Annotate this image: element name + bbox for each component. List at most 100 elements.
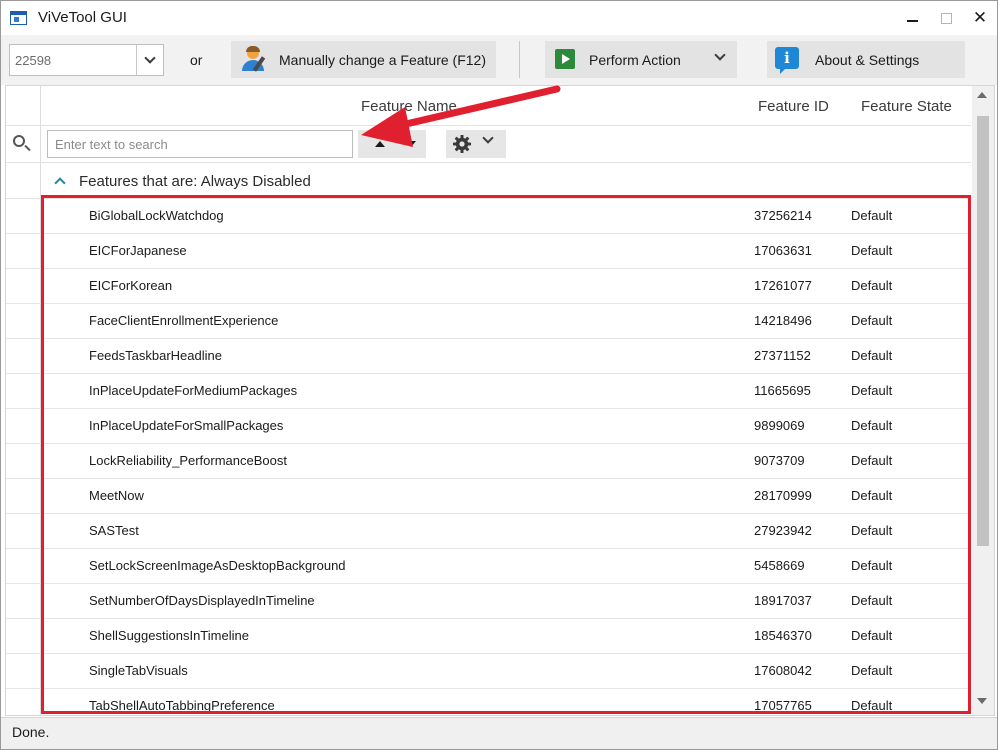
chevron-down-icon bbox=[144, 52, 156, 64]
row-indicator bbox=[6, 339, 41, 373]
feature-state-cell[interactable]: Default bbox=[851, 313, 892, 328]
scroll-down-arrow-icon[interactable] bbox=[977, 698, 987, 704]
feature-state-cell[interactable]: Default bbox=[851, 208, 892, 223]
feature-id-cell: 11665695 bbox=[754, 383, 811, 398]
feature-state-cell[interactable]: Default bbox=[851, 523, 892, 538]
feature-id-cell: 14218496 bbox=[754, 313, 812, 328]
feature-name-cell: InPlaceUpdateForSmallPackages bbox=[89, 418, 284, 433]
filter-row bbox=[6, 126, 971, 163]
grid-settings-button[interactable] bbox=[446, 130, 506, 158]
title-bar: ViVeTool GUI ✕ bbox=[1, 1, 997, 35]
feature-state-cell[interactable]: Default bbox=[851, 558, 892, 573]
row-indicator bbox=[6, 304, 41, 338]
perform-action-button[interactable]: Perform Action bbox=[545, 41, 737, 78]
search-input[interactable] bbox=[47, 130, 353, 158]
toolbar-separator bbox=[519, 41, 520, 78]
row-indicator bbox=[6, 619, 41, 653]
table-row[interactable]: InPlaceUpdateForSmallPackages 9899069 Defa… bbox=[6, 409, 971, 444]
sort-ascending-icon bbox=[375, 141, 385, 147]
feature-id-cell: 17261077 bbox=[754, 278, 812, 293]
feature-state-cell[interactable]: Default bbox=[851, 453, 892, 468]
column-header-feature-name[interactable]: Feature Name bbox=[361, 98, 457, 115]
table-row[interactable]: TabShellAutoTabbingPreference 17057765 Def… bbox=[6, 689, 971, 715]
feature-state-cell[interactable]: Default bbox=[851, 628, 892, 643]
feature-state-cell[interactable]: Default bbox=[851, 348, 892, 363]
feature-state-cell[interactable]: Default bbox=[851, 593, 892, 608]
feature-name-cell: FaceClientEnrollmentExperience bbox=[89, 313, 279, 328]
feature-state-cell[interactable]: Default bbox=[851, 383, 892, 398]
row-indicator bbox=[6, 689, 41, 715]
scroll-thumb[interactable] bbox=[977, 116, 989, 546]
table-row[interactable]: BiGlobalLockWatchdog 37256214 Default bbox=[6, 199, 971, 234]
row-indicator bbox=[6, 514, 41, 548]
scroll-up-arrow-icon[interactable] bbox=[977, 92, 987, 98]
feature-name-cell: LockReliability_PerformanceBoost bbox=[89, 453, 287, 468]
or-label: or bbox=[190, 52, 203, 68]
feature-state-cell[interactable]: Default bbox=[851, 663, 892, 678]
column-header-row: Feature Name Feature ID Feature State bbox=[6, 86, 971, 126]
feature-name-cell: BiGlobalLockWatchdog bbox=[89, 208, 224, 223]
perform-action-label: Perform Action bbox=[589, 52, 681, 68]
toolbar: 22598 or Manually change a Feature (F12)… bbox=[1, 35, 997, 85]
person-edit-icon bbox=[240, 46, 266, 72]
gear-icon bbox=[453, 135, 471, 153]
feature-name-cell: SASTest bbox=[89, 523, 139, 538]
table-row[interactable]: EICForKorean 17261077 Default bbox=[6, 269, 971, 304]
feature-state-cell[interactable]: Default bbox=[851, 418, 892, 433]
about-settings-button[interactable]: i About & Settings bbox=[767, 41, 965, 78]
feature-state-cell[interactable]: Default bbox=[851, 243, 892, 258]
table-row[interactable]: ShellSuggestionsInTimeline 18546370 Defaul… bbox=[6, 619, 971, 654]
feature-state-cell[interactable]: Default bbox=[851, 488, 892, 503]
close-button[interactable]: ✕ bbox=[963, 1, 997, 35]
feature-id-cell: 18546370 bbox=[754, 628, 812, 643]
manual-change-button[interactable]: Manually change a Feature (F12) bbox=[231, 41, 496, 78]
row-indicator bbox=[6, 584, 41, 618]
table-row[interactable]: EICForJapanese 17063631 Default bbox=[6, 234, 971, 269]
feature-name-cell: EICForJapanese bbox=[89, 243, 187, 258]
feature-state-cell[interactable]: Default bbox=[851, 698, 892, 713]
feature-name-cell: SetLockScreenImageAsDesktopBackground bbox=[89, 558, 346, 573]
feature-grid: Feature Name Feature ID Feature State En… bbox=[5, 85, 995, 716]
status-bar: Done. bbox=[1, 717, 997, 749]
feature-name-cell: EICForKorean bbox=[89, 278, 173, 293]
chevron-down-icon[interactable] bbox=[714, 49, 726, 61]
build-dropdown-button[interactable] bbox=[136, 45, 163, 75]
row-indicator bbox=[6, 374, 41, 408]
table-row[interactable]: MeetNow 28170999 Default bbox=[6, 479, 971, 514]
row-indicator bbox=[6, 444, 41, 478]
group-header-row[interactable]: Features that are: Always Disabled bbox=[6, 163, 971, 199]
chevron-up-icon[interactable] bbox=[54, 177, 66, 189]
minimize-button[interactable] bbox=[895, 1, 929, 35]
status-text: Done. bbox=[12, 724, 50, 740]
table-row[interactable]: FeedsTaskbarHeadline 27371152 Default bbox=[6, 339, 971, 374]
table-row[interactable]: InPlaceUpdateForMediumPackages 11665695 De… bbox=[6, 374, 971, 409]
column-header-feature-id[interactable]: Feature ID bbox=[758, 98, 829, 115]
manual-change-label: Manually change a Feature (F12) bbox=[279, 52, 486, 68]
feature-name-cell: SingleTabVisuals bbox=[89, 663, 188, 678]
feature-id-cell: 9899069 bbox=[754, 418, 805, 433]
about-settings-label: About & Settings bbox=[815, 52, 920, 68]
table-row[interactable]: SASTest 27923942 Default bbox=[6, 514, 971, 549]
close-icon: ✕ bbox=[972, 8, 988, 27]
column-header-feature-state[interactable]: Feature State bbox=[861, 98, 952, 115]
table-row[interactable]: FaceClientEnrollmentExperience 14218496 De… bbox=[6, 304, 971, 339]
table-row[interactable]: SetLockScreenImageAsDesktopBackground 545… bbox=[6, 549, 971, 584]
feature-id-cell: 17057765 bbox=[754, 698, 812, 713]
feature-id-cell: 18917037 bbox=[754, 593, 812, 608]
group-label: Features that are: Always Disabled bbox=[79, 173, 311, 190]
maximize-button[interactable] bbox=[929, 1, 963, 35]
feature-id-cell: 17063631 bbox=[754, 243, 812, 258]
feature-name-cell: InPlaceUpdateForMediumPackages bbox=[89, 383, 298, 398]
info-icon: i bbox=[775, 47, 799, 74]
app-window: ViVeTool GUI ✕ 22598 or Manually change … bbox=[0, 0, 998, 750]
feature-name-cell: ShellSuggestionsInTimeline bbox=[89, 628, 249, 643]
vertical-scrollbar[interactable] bbox=[972, 86, 994, 715]
feature-state-cell[interactable]: Default bbox=[851, 278, 892, 293]
feature-id-cell: 17608042 bbox=[754, 663, 812, 678]
table-row[interactable]: LockReliability_PerformanceBoost 9073709 D… bbox=[6, 444, 971, 479]
build-combo[interactable]: 22598 bbox=[9, 44, 164, 76]
table-row[interactable]: SetNumberOfDaysDisplayedInTimeline 189170… bbox=[6, 584, 971, 619]
table-row[interactable]: SingleTabVisuals 17608042 Default bbox=[6, 654, 971, 689]
sort-toggle-button[interactable] bbox=[358, 130, 426, 158]
build-value[interactable]: 22598 bbox=[15, 53, 51, 68]
